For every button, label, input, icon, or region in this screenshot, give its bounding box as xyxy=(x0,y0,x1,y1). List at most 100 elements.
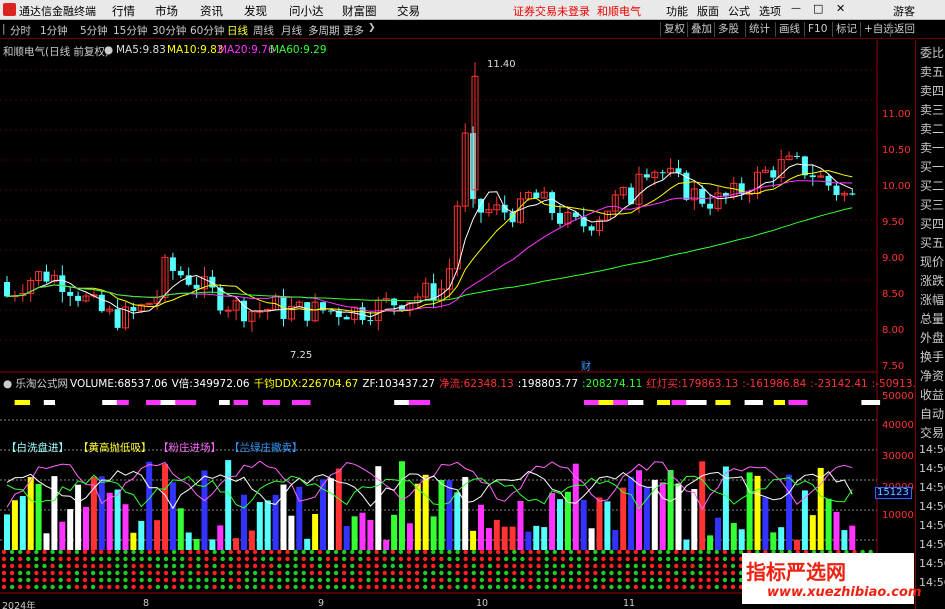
volume-bar-6 xyxy=(51,476,58,550)
volume-bar-7 xyxy=(59,521,66,550)
sidebar-item-1[interactable]: 卖五 xyxy=(920,63,944,80)
menu-trade[interactable]: 交易 xyxy=(397,3,420,19)
dot-4-57 xyxy=(463,577,468,583)
period-more[interactable]: 更多 xyxy=(343,23,364,38)
sidebar-item-8[interactable]: 买三 xyxy=(920,196,944,213)
sidebar-item-4[interactable]: 卖二 xyxy=(920,120,944,137)
dot-0-38 xyxy=(309,549,314,555)
sidebar-item-19[interactable]: 自动 xyxy=(920,405,944,422)
sidebar-item-13[interactable]: 涨幅 xyxy=(920,291,944,308)
f10-button[interactable]: F10 xyxy=(804,22,830,37)
volume-bar-106 xyxy=(841,530,848,550)
guest-user[interactable]: 游客 xyxy=(893,3,915,19)
dot-1-80 xyxy=(649,556,655,562)
volume-bar-56 xyxy=(446,480,453,550)
sidebar-item-15[interactable]: 外盘 xyxy=(920,329,944,346)
sidebar-item-25[interactable]: 14:56 xyxy=(919,519,945,532)
volume-bar-59 xyxy=(470,530,477,550)
volume-bar-66 xyxy=(525,531,532,550)
dot-1-41 xyxy=(333,556,339,562)
finance-event-icon[interactable]: 财 xyxy=(581,358,591,373)
sidebar-item-7[interactable]: 买二 xyxy=(920,177,944,194)
menu-function[interactable]: 功能 xyxy=(666,3,688,19)
sidebar-item-27[interactable]: 14:56 xyxy=(919,557,945,570)
period-15min[interactable]: 15分钟 xyxy=(113,23,147,38)
overlay-button[interactable]: 叠加 xyxy=(687,22,715,37)
close-icon[interactable]: ✕ xyxy=(836,2,845,15)
menu-layout[interactable]: 版面 xyxy=(697,3,719,19)
sidebar-item-12[interactable]: 涨跌 xyxy=(920,272,944,289)
sidebar-item-23[interactable]: 14:56 xyxy=(919,481,945,494)
menu-formula[interactable]: 公式 xyxy=(728,3,750,19)
sidebar-item-28[interactable]: 14:56 xyxy=(919,576,945,589)
draw-button[interactable]: 画线 xyxy=(775,22,803,37)
sidebar-item-5[interactable]: 卖一 xyxy=(920,139,944,156)
sidebar-item-24[interactable]: 14:56 xyxy=(919,500,945,513)
menu-news[interactable]: 资讯 xyxy=(200,3,223,19)
menu-ask[interactable]: 问小达 xyxy=(289,3,324,19)
multi-stock-button[interactable]: 多股 xyxy=(714,22,742,37)
sidebar-item-6[interactable]: 买一 xyxy=(920,158,944,175)
sidebar-item-26[interactable]: 14:56 xyxy=(919,538,945,551)
stats-button[interactable]: 统计 xyxy=(745,22,773,37)
panel-settings-icon[interactable]: ● xyxy=(3,378,12,390)
sidebar-item-22[interactable]: 14:56 xyxy=(919,462,945,475)
dot-4-82 xyxy=(666,577,671,583)
maximize-icon[interactable]: □ xyxy=(813,2,823,15)
sidebar-item-11[interactable]: 现价 xyxy=(920,253,944,270)
dot-2-27 xyxy=(220,563,225,569)
dot-1-42 xyxy=(342,556,347,562)
sidebar-item-20[interactable]: 交易 xyxy=(920,424,944,441)
menu-market[interactable]: 市场 xyxy=(155,3,178,19)
period-weekly[interactable]: 周线 xyxy=(253,23,274,38)
dot-3-22 xyxy=(180,570,185,576)
dot-0-34 xyxy=(277,549,282,555)
period-daily[interactable]: 日线 xyxy=(227,23,248,38)
dot-4-39 xyxy=(317,577,323,583)
period-5min[interactable]: 5分钟 xyxy=(80,23,108,38)
sidebar-item-21[interactable]: 14:56 xyxy=(919,443,945,456)
volume-bar-96 xyxy=(762,497,769,550)
volume-bar-16 xyxy=(130,532,137,550)
minimize-icon[interactable]: — xyxy=(791,3,801,14)
sidebar-item-16[interactable]: 换手 xyxy=(920,348,944,365)
sidebar-item-10[interactable]: 买五 xyxy=(920,234,944,251)
login-status[interactable]: 证券交易未登录 和顺电气 xyxy=(513,3,641,19)
dot-1-28 xyxy=(228,556,233,562)
period-monthly[interactable]: 月线 xyxy=(281,23,302,38)
period-60min[interactable]: 60分钟 xyxy=(190,23,224,38)
sidebar-item-3[interactable]: 卖三 xyxy=(920,101,944,118)
sidebar-item-0[interactable]: 委比 xyxy=(920,44,944,61)
chevron-right-icon[interactable]: ❯ xyxy=(368,23,376,33)
adjust-button[interactable]: 复权 xyxy=(660,22,688,37)
dot-1-44 xyxy=(358,556,363,562)
dot-0-35 xyxy=(285,549,290,555)
dot-1-32 xyxy=(261,556,266,562)
sidebar-item-17[interactable]: 净资 xyxy=(920,367,944,384)
dot-5-61 xyxy=(495,584,501,590)
dot-1-78 xyxy=(633,556,638,562)
sidebar-item-2[interactable]: 卖四 xyxy=(920,82,944,99)
low-price-label: 7.25 xyxy=(290,350,313,361)
volume-bar-103 xyxy=(817,467,824,550)
sidebar-item-9[interactable]: 买四 xyxy=(920,215,944,232)
sidebar-item-18[interactable]: 收益 xyxy=(920,386,944,403)
menu-wealth[interactable]: 财富圈 xyxy=(342,3,377,19)
dot-3-10 xyxy=(82,570,88,576)
period-multi[interactable]: 多周期 xyxy=(308,23,340,38)
back-button[interactable]: 返回 xyxy=(890,22,918,37)
dot-0-32 xyxy=(261,549,266,555)
menu-discover[interactable]: 发现 xyxy=(244,3,267,19)
signal-strip-49 xyxy=(715,400,731,405)
period-timeshare[interactable]: 分时 xyxy=(10,23,31,38)
volume-bar-17 xyxy=(138,520,145,550)
kline-chart[interactable] xyxy=(0,40,915,609)
dot-0-0 xyxy=(1,549,7,555)
mark-button[interactable]: 标记 xyxy=(832,22,860,37)
menu-options[interactable]: 选项 xyxy=(759,3,781,19)
period-1min[interactable]: 1分钟 xyxy=(40,23,68,38)
dot-3-28 xyxy=(228,570,233,576)
sidebar-item-14[interactable]: 总量 xyxy=(920,310,944,327)
menu-quotes[interactable]: 行情 xyxy=(112,3,135,19)
period-30min[interactable]: 30分钟 xyxy=(152,23,186,38)
